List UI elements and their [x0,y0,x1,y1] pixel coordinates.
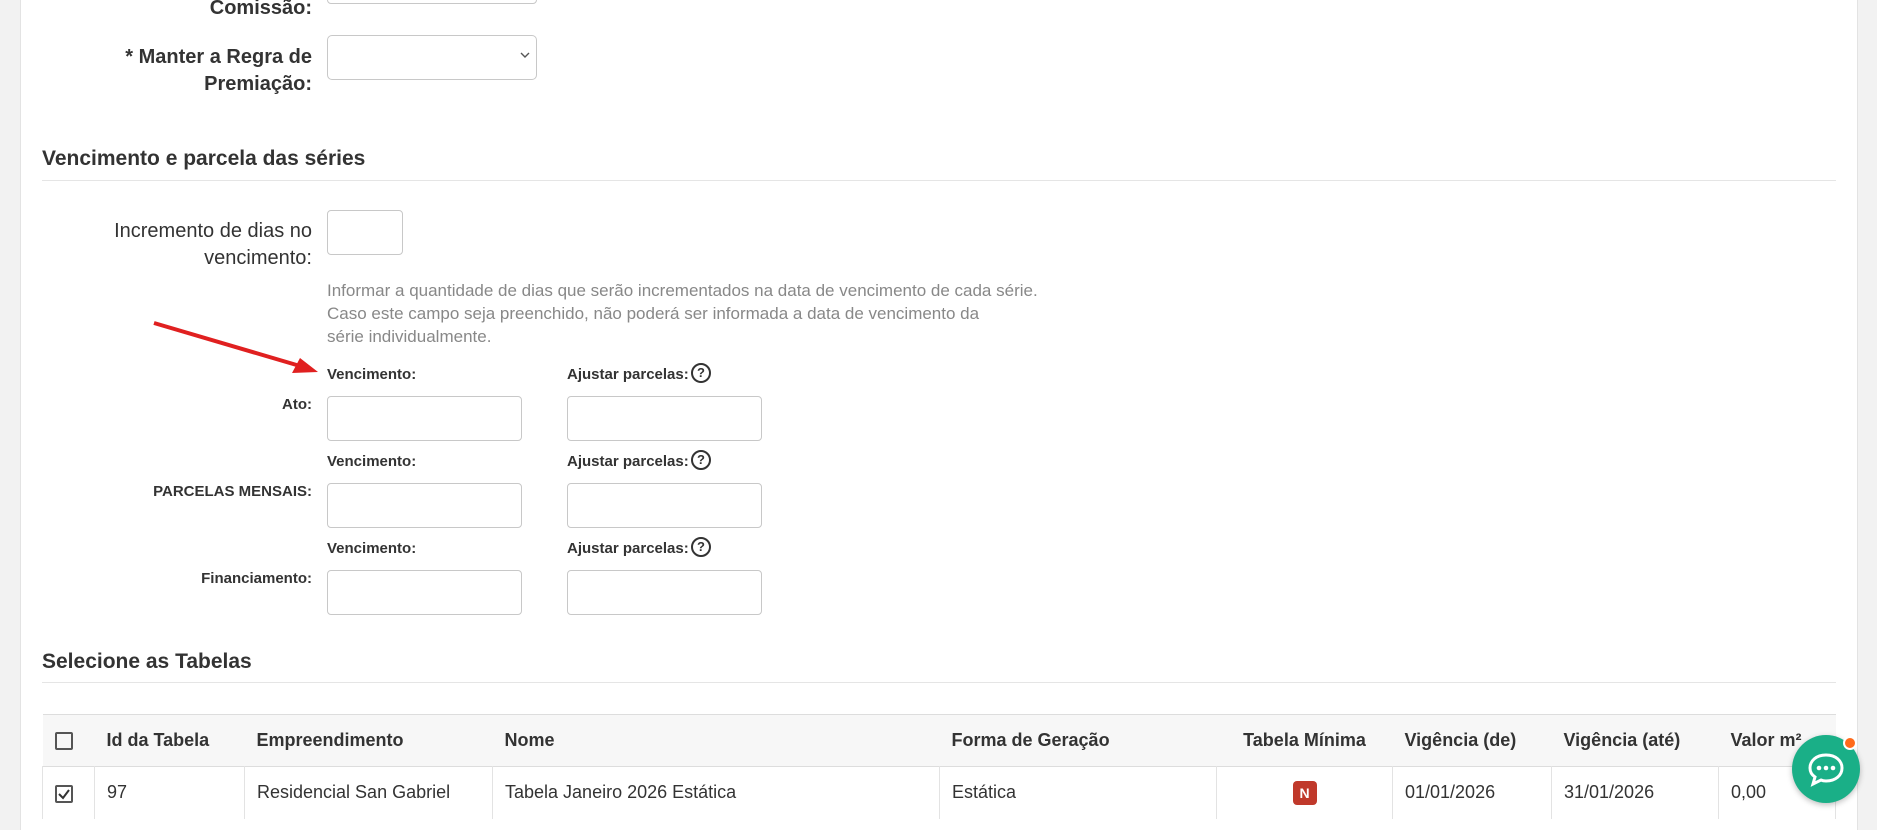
due-input-monthly[interactable] [327,483,522,528]
due-label-monthly: Vencimento: [327,453,417,470]
section-divider [42,180,1836,181]
increment-days-label: Incremento de dias no vencimento: [114,220,312,269]
select-all-checkbox[interactable] [54,732,73,751]
due-label-financing: Vencimento: [327,540,417,557]
question-circle-icon[interactable]: ? [691,537,711,557]
row-label-monthly: PARCELAS MENSAIS: [153,483,312,500]
adjust-label-financing: Ajustar parcelas: [567,540,689,557]
column-header[interactable]: Nome [493,715,940,767]
chevron-down-icon [520,52,530,58]
notification-dot [1843,736,1857,750]
column-header[interactable]: Tabela Mínima [1217,715,1393,767]
column-header[interactable]: Forma de Geração [940,715,1217,767]
column-header[interactable]: Empreendimento [245,715,493,767]
select-all-cell [43,715,95,767]
row-checkbox[interactable] [55,784,73,803]
check-icon [58,788,70,800]
column-header[interactable]: Vigência (de) [1393,715,1552,767]
commission-field[interactable] [327,0,537,4]
adjust-input-ato[interactable] [567,396,762,441]
tables-grid: Id da Tabela Empreendimento Nome Forma d… [42,714,1836,819]
column-header[interactable]: Id da Tabela [95,715,245,767]
form-card [20,0,1858,830]
column-header[interactable]: Vigência (até) [1552,715,1719,767]
due-input-financing[interactable] [327,570,522,615]
row-label-ato: Ato: [282,396,312,413]
keep-award-rule-select[interactable] [327,35,537,80]
row-label-financing: Financiamento: [201,570,312,587]
due-section-title: Vencimento e parcela das séries [42,147,366,170]
section-divider [42,682,1836,683]
keep-award-rule-label: * Manter a Regra de Premiação: [125,46,312,95]
tables-section-title: Selecione as Tabelas [42,650,252,673]
question-circle-icon[interactable]: ? [691,363,711,383]
increment-days-input[interactable] [327,210,403,255]
adjust-label-monthly: Ajustar parcelas: [567,453,689,470]
adjust-input-monthly[interactable] [567,483,762,528]
commission-label: Comissão: [209,0,312,19]
due-label-ato: Vencimento: [327,366,417,383]
adjust-input-financing[interactable] [567,570,762,615]
increment-help-text: Informar a quantidade de dias que serão … [327,281,1038,346]
min-table-badge: N [1292,780,1317,805]
red-pointer-arrow [153,321,318,373]
question-circle-icon[interactable]: ? [691,450,711,470]
table-header-row: Id da Tabela Empreendimento Nome Forma d… [42,714,1836,767]
adjust-label-ato: Ajustar parcelas: [567,366,689,383]
due-input-ato[interactable] [327,396,522,441]
